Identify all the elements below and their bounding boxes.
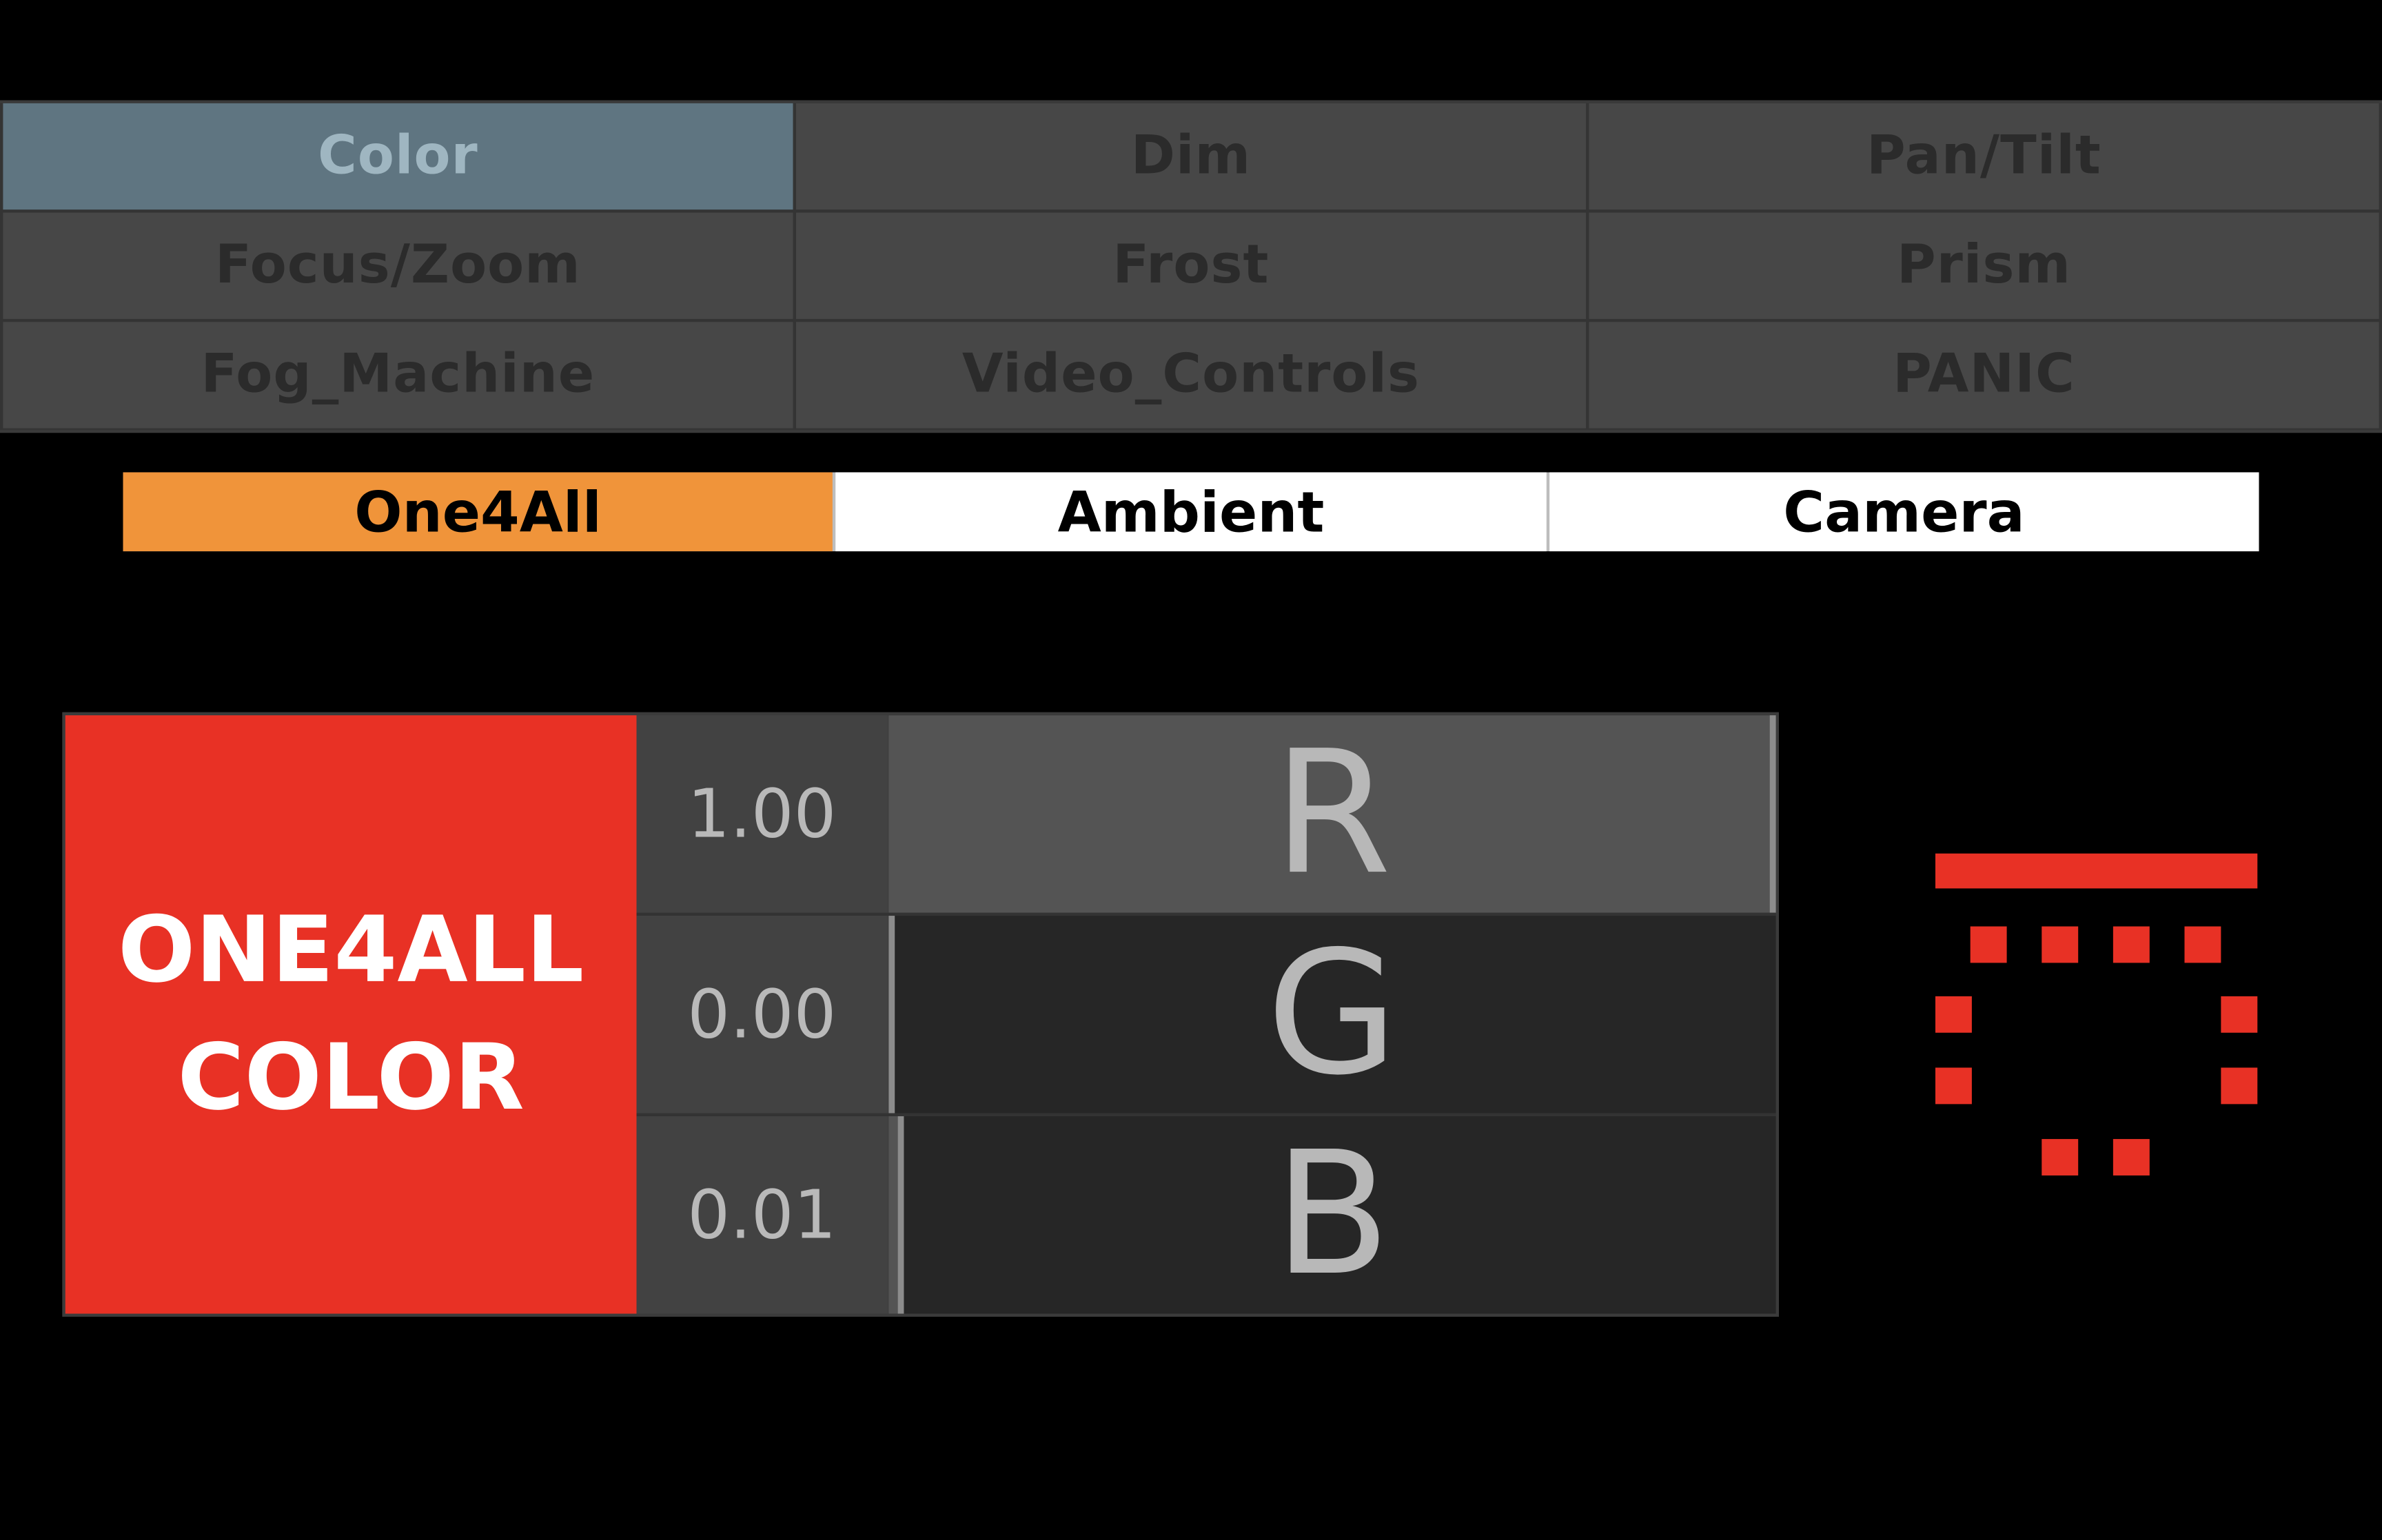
loading-dot xyxy=(1935,1067,1972,1105)
loading-dot xyxy=(1935,996,1972,1033)
category-fog-machine-button[interactable]: Fog_Machine xyxy=(3,322,793,429)
category-color-button[interactable]: Color xyxy=(3,103,793,210)
stage: Color Dim Pan/Tilt Focus/Zoom Frost Pris… xyxy=(0,0,2382,1540)
loading-dot xyxy=(2184,926,2221,963)
loading-dot xyxy=(2042,926,2079,963)
preset-tab-ambient[interactable]: Ambient xyxy=(835,472,1546,552)
color-block-title-line2: COLOR xyxy=(177,1025,525,1132)
color-block-title-line1: ONE4ALL xyxy=(117,897,584,1004)
channel-fader-blue[interactable]: B xyxy=(888,1116,1776,1314)
category-dim-button[interactable]: Dim xyxy=(795,103,1587,210)
channel-value-red: 1.00 xyxy=(636,715,888,913)
preset-tab-bar: One4All Ambient Camera xyxy=(123,472,2259,552)
channel-row-green: 0.00 G xyxy=(636,916,1776,1113)
channel-fader-fill-red xyxy=(888,715,1776,913)
preset-tab-camera[interactable]: Camera xyxy=(1549,472,2259,552)
channel-value-green: 0.00 xyxy=(636,916,888,1113)
channel-row-blue: 0.01 B xyxy=(636,1116,1776,1314)
channel-fader-green[interactable]: G xyxy=(888,916,1776,1113)
channel-value-blue: 0.01 xyxy=(636,1116,888,1314)
channel-fader-fill-blue xyxy=(888,1116,898,1314)
category-frost-button[interactable]: Frost xyxy=(795,212,1587,319)
color-preview-block: ONE4ALL COLOR xyxy=(65,715,637,1314)
category-grid: Color Dim Pan/Tilt Focus/Zoom Frost Pris… xyxy=(0,100,2382,433)
color-control-panel: ONE4ALL COLOR 1.00 R 0.00 G 0.01 B xyxy=(62,712,1779,1317)
loading-dot xyxy=(2221,996,2258,1033)
loading-grid-icon xyxy=(1935,853,2258,1175)
channel-row-red: 1.00 R xyxy=(636,715,1776,913)
category-video-controls-button[interactable]: Video_Controls xyxy=(795,322,1587,429)
loading-dot xyxy=(2221,1067,2258,1105)
preset-tab-one4all[interactable]: One4All xyxy=(123,472,833,552)
loading-dot xyxy=(2113,926,2150,963)
category-pan-tilt-button[interactable]: Pan/Tilt xyxy=(1589,103,2379,210)
channel-fader-handle-green[interactable] xyxy=(888,916,895,1113)
category-focus-zoom-button[interactable]: Focus/Zoom xyxy=(3,212,793,319)
channel-label-blue: B xyxy=(1274,1116,1391,1314)
loading-dot xyxy=(2113,1139,2150,1175)
channel-fader-handle-blue[interactable] xyxy=(897,1116,904,1314)
channel-label-green: G xyxy=(1266,916,1398,1113)
category-panic-button[interactable]: PANIC xyxy=(1589,322,2379,429)
channel-fader-handle-red[interactable] xyxy=(1769,715,1776,913)
loading-bar xyxy=(1935,853,2258,889)
category-prism-button[interactable]: Prism xyxy=(1589,212,2379,319)
loading-dot xyxy=(2042,1139,2079,1175)
channel-fader-red[interactable]: R xyxy=(888,715,1776,913)
loading-dot xyxy=(1970,926,2007,963)
